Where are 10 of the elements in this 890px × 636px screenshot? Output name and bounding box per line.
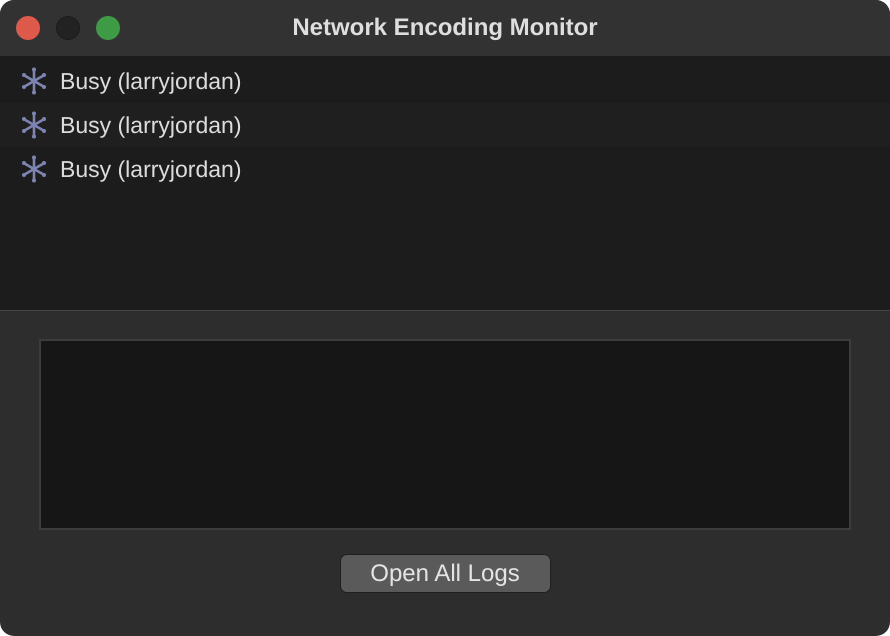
job-status: Busy (larryjordan) [60,154,242,184]
window-title: Network Encoding Monitor [292,13,598,43]
close-window-button[interactable] [16,16,40,40]
asterisk-icon [20,110,48,140]
job-status: Busy (larryjordan) [60,66,242,96]
job-status: Busy (larryjordan) [60,110,242,140]
zoom-window-button[interactable] [96,16,120,40]
open-logs-button[interactable]: Open All Logs [340,554,550,593]
asterisk-icon [20,154,48,184]
asterisk-icon [20,66,48,96]
